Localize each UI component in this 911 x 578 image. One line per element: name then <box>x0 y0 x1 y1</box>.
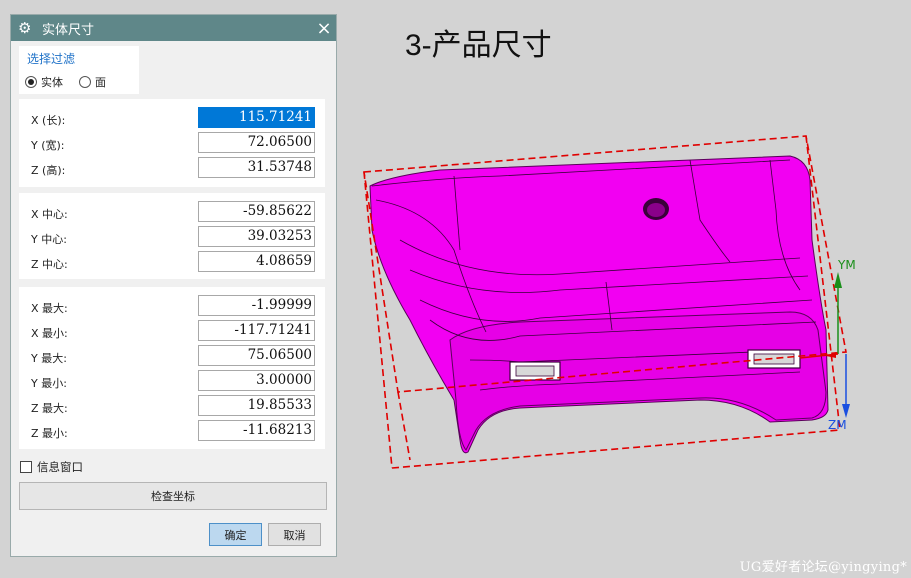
watermark: UG爱好者论坛@yingying* <box>739 560 907 575</box>
radio-solid[interactable] <box>25 76 37 88</box>
ok-button[interactable]: 确定 <box>209 523 262 546</box>
field-z-center[interactable]: 4.08659 <box>198 251 315 272</box>
info-window-toggle[interactable]: 信息窗口 <box>20 459 83 475</box>
row-x-center: X 中心: -59.85622 <box>19 201 325 226</box>
field-x-max[interactable]: -1.99999 <box>198 295 315 316</box>
row-x-max: X 最大: -1.99999 <box>19 295 325 320</box>
field-x-min[interactable]: -117.71241 <box>198 320 315 341</box>
filter-option-face[interactable]: 面 <box>79 74 106 90</box>
dialog-title: 实体尺寸 <box>42 22 95 38</box>
field-y-min[interactable]: 3.00000 <box>198 370 315 391</box>
info-window-label: 信息窗口 <box>37 460 83 474</box>
row-z-height: Z (高): 31.53748 <box>19 157 325 182</box>
row-x-length: X (长): 115.71241 <box>19 107 325 132</box>
label-y-center: Y 中心: <box>31 233 67 246</box>
axis-z-label: ZM <box>828 418 847 432</box>
extents-group: X 最大: -1.99999 X 最小: -117.71241 Y 最大: 75… <box>19 287 325 449</box>
check-coordinates-button[interactable]: 检查坐标 <box>19 482 327 510</box>
close-icon[interactable]: × <box>312 18 336 39</box>
row-x-min: X 最小: -117.71241 <box>19 320 325 345</box>
field-z-height[interactable]: 31.53748 <box>198 157 315 178</box>
field-y-max[interactable]: 75.06500 <box>198 345 315 366</box>
field-z-max[interactable]: 19.85533 <box>198 395 315 416</box>
axis-y-label: YM <box>838 258 856 272</box>
label-x-min: X 最小: <box>31 327 68 340</box>
cancel-button[interactable]: 取消 <box>268 523 321 546</box>
filter-option-face-label: 面 <box>95 76 106 89</box>
label-z-min: Z 最小: <box>31 427 68 440</box>
field-y-width[interactable]: 72.06500 <box>198 132 315 153</box>
selection-filter-panel: 选择过滤 实体 面 <box>19 46 139 94</box>
field-x-length[interactable]: 115.71241 <box>198 107 315 128</box>
label-y-max: Y 最大: <box>31 352 67 365</box>
gear-icon[interactable]: ⚙ <box>18 20 34 36</box>
label-z-height: Z (高): <box>31 164 66 177</box>
dialog-titlebar[interactable]: ⚙ 实体尺寸 × <box>11 15 336 41</box>
row-y-center: Y 中心: 39.03253 <box>19 226 325 251</box>
filter-option-solid-label: 实体 <box>41 76 63 89</box>
row-z-center: Z 中心: 4.08659 <box>19 251 325 276</box>
label-z-center: Z 中心: <box>31 258 68 271</box>
radio-face[interactable] <box>79 76 91 88</box>
info-window-checkbox[interactable] <box>20 461 32 473</box>
row-y-width: Y (宽): 72.06500 <box>19 132 325 157</box>
filter-option-solid[interactable]: 实体 <box>25 74 63 90</box>
solid-dimensions-dialog: ⚙ 实体尺寸 × 选择过滤 实体 面 X (长): 115.71241 Y (宽… <box>10 14 337 557</box>
label-x-length: X (长): <box>31 114 66 127</box>
row-z-min: Z 最小: -11.68213 <box>19 420 325 445</box>
label-y-min: Y 最小: <box>31 377 67 390</box>
selection-filter-title: 选择过滤 <box>27 52 76 66</box>
label-z-max: Z 最大: <box>31 402 68 415</box>
field-x-center[interactable]: -59.85622 <box>198 201 315 222</box>
field-y-center[interactable]: 39.03253 <box>198 226 315 247</box>
center-group: X 中心: -59.85622 Y 中心: 39.03253 Z 中心: 4.0… <box>19 193 325 279</box>
size-group: X (长): 115.71241 Y (宽): 72.06500 Z (高): … <box>19 99 325 187</box>
label-x-max: X 最大: <box>31 302 68 315</box>
part-flange <box>449 311 827 451</box>
label-x-center: X 中心: <box>31 208 68 221</box>
label-y-width: Y (宽): <box>31 139 65 152</box>
field-z-min[interactable]: -11.68213 <box>198 420 315 441</box>
row-y-min: Y 最小: 3.00000 <box>19 370 325 395</box>
row-z-max: Z 最大: 19.85533 <box>19 395 325 420</box>
row-y-max: Y 最大: 75.06500 <box>19 345 325 370</box>
